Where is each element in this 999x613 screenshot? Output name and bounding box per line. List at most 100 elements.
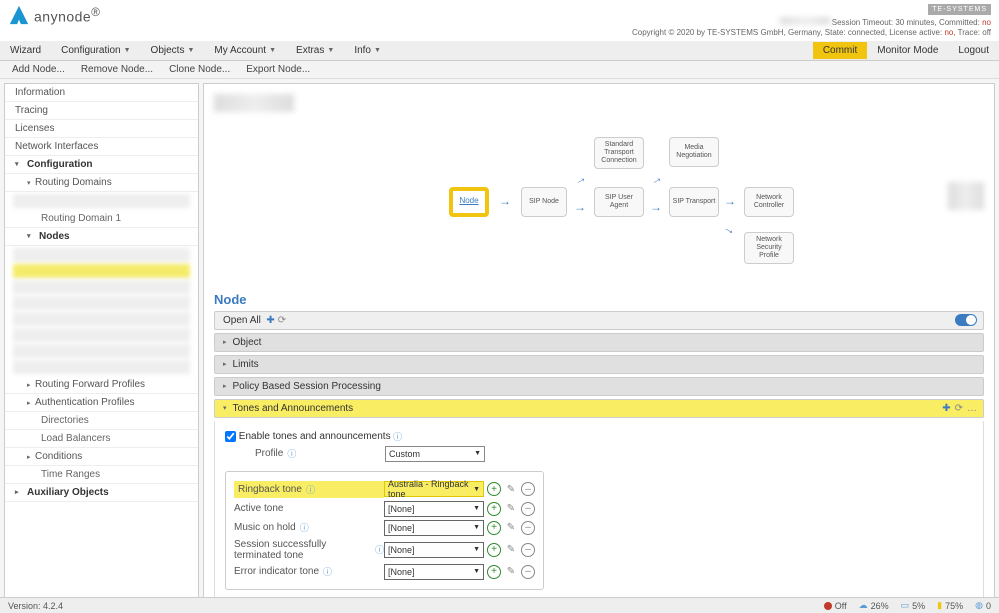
- delete-icon[interactable]: –: [521, 502, 535, 516]
- ringback-tone-label: Ringback tone ⓘ: [234, 481, 384, 498]
- sidebar-auxiliary-objects[interactable]: ▸Auxiliary Objects: [5, 484, 198, 502]
- diagram-sip-user-agent[interactable]: SIP User Agent: [594, 187, 644, 217]
- add-icon[interactable]: ✚: [266, 315, 274, 326]
- menu-objects[interactable]: Objects▼: [141, 42, 205, 59]
- diagram-sip-node[interactable]: SIP Node: [521, 187, 567, 217]
- battery-icon: ▮: [937, 600, 942, 611]
- sidebar-network-interfaces[interactable]: Network Interfaces: [5, 138, 198, 156]
- commit-button[interactable]: Commit: [813, 42, 867, 59]
- more-icon[interactable]: …: [967, 403, 977, 414]
- diagram-standard-transport[interactable]: Standard Transport Connection: [594, 137, 644, 169]
- error-indicator-tone-select[interactable]: [None]▼: [384, 564, 484, 580]
- menu-wizard[interactable]: Wizard: [0, 42, 51, 59]
- chevron-down-icon: ▼: [474, 450, 481, 457]
- diagram-node[interactable]: Node: [449, 187, 489, 217]
- clone-node-button[interactable]: Clone Node...: [161, 62, 238, 77]
- chevron-down-icon: ▼: [269, 47, 276, 54]
- brand-text: anynode: [34, 8, 91, 24]
- diagram-network-security-profile[interactable]: Network Security Profile: [744, 232, 794, 264]
- delete-icon[interactable]: –: [521, 565, 535, 579]
- active-tone-label: Active tone: [234, 503, 384, 514]
- diagram-network-controller[interactable]: Network Controller: [744, 187, 794, 217]
- footer: Version: 4.2.4 Off ☁26% ▭5% ▮75% ◍0: [0, 597, 999, 613]
- sidebar: Information Tracing Licenses Network Int…: [4, 83, 199, 598]
- music-on-hold-select[interactable]: [None]▼: [384, 520, 484, 536]
- header-status: TE-SYSTEMS Session Timeout: 30 minutes, …: [632, 4, 991, 39]
- blurred-item: [13, 280, 190, 294]
- arrow-icon: →: [724, 194, 736, 208]
- help-icon[interactable]: ⓘ: [323, 565, 332, 578]
- toggle-switch[interactable]: [955, 314, 977, 326]
- sidebar-conditions[interactable]: ▸Conditions: [5, 448, 198, 466]
- ringback-tone-select[interactable]: Australia - Ringback tone▼: [384, 481, 484, 497]
- edit-icon[interactable]: ✎: [504, 502, 518, 516]
- sidebar-tracing[interactable]: Tracing: [5, 102, 198, 120]
- sidebar-load-balancers[interactable]: Load Balancers: [5, 430, 198, 448]
- help-icon[interactable]: ⓘ: [300, 521, 309, 534]
- blurred-item: [13, 312, 190, 326]
- edit-icon[interactable]: ✎: [504, 482, 518, 496]
- export-node-button[interactable]: Export Node...: [238, 62, 318, 77]
- sidebar-routing-forward-profiles[interactable]: ▸Routing Forward Profiles: [5, 376, 198, 394]
- sidebar-directories[interactable]: Directories: [5, 412, 198, 430]
- chevron-down-icon: ▼: [473, 568, 480, 575]
- delete-icon[interactable]: –: [521, 521, 535, 535]
- refresh-icon[interactable]: ⟳: [955, 403, 963, 414]
- menu-info[interactable]: Info▼: [344, 42, 391, 59]
- help-icon[interactable]: ⓘ: [287, 447, 296, 460]
- add-icon[interactable]: +: [487, 482, 501, 496]
- add-icon[interactable]: ✚: [942, 403, 950, 414]
- edit-icon[interactable]: ✎: [504, 565, 518, 579]
- chevron-right-icon: ▸: [27, 399, 35, 407]
- open-all-bar: Open All ✚ ⟳: [214, 311, 984, 330]
- edit-icon[interactable]: ✎: [504, 543, 518, 557]
- refresh-icon[interactable]: ⟳: [278, 315, 286, 326]
- sidebar-routing-domains[interactable]: ▾Routing Domains: [5, 174, 198, 192]
- profile-select[interactable]: Custom▼: [385, 446, 485, 462]
- blurred-title: [214, 94, 294, 112]
- open-all-link[interactable]: Open All: [223, 315, 261, 326]
- diagram-sip-transport[interactable]: SIP Transport: [669, 187, 719, 217]
- chevron-down-icon: ▼: [124, 47, 131, 54]
- add-icon[interactable]: +: [487, 543, 501, 557]
- chevron-down-icon: ▾: [27, 179, 35, 187]
- tone-grid: Ringback tone ⓘ Australia - Ringback ton…: [225, 471, 544, 590]
- sidebar-authentication-profiles[interactable]: ▸Authentication Profiles: [5, 394, 198, 412]
- help-icon[interactable]: ⓘ: [375, 543, 384, 556]
- blurred-item: [13, 296, 190, 310]
- arrow-icon: →: [571, 170, 588, 188]
- sidebar-information[interactable]: Information: [5, 84, 198, 102]
- brand-logo-icon: [8, 4, 30, 26]
- sidebar-licenses[interactable]: Licenses: [5, 120, 198, 138]
- menu-configuration[interactable]: Configuration▼: [51, 42, 140, 59]
- diagram-media-negotiation[interactable]: Media Negotiation: [669, 137, 719, 167]
- panel-policy[interactable]: ▸Policy Based Session Processing: [214, 377, 984, 396]
- chevron-right-icon: ▸: [27, 381, 35, 389]
- sidebar-configuration[interactable]: ▾Configuration: [5, 156, 198, 174]
- add-icon[interactable]: +: [487, 502, 501, 516]
- add-icon[interactable]: +: [487, 565, 501, 579]
- active-tone-select[interactable]: [None]▼: [384, 501, 484, 517]
- status-disk: ▭5%: [901, 600, 926, 611]
- menu-monitor-mode[interactable]: Monitor Mode: [867, 42, 948, 59]
- remove-node-button[interactable]: Remove Node...: [73, 62, 161, 77]
- panel-object[interactable]: ▸Object: [214, 333, 984, 352]
- arrow-icon: →: [650, 200, 662, 214]
- delete-icon[interactable]: –: [521, 482, 535, 496]
- add-node-button[interactable]: Add Node...: [4, 62, 73, 77]
- sidebar-time-ranges[interactable]: Time Ranges: [5, 466, 198, 484]
- panel-tones[interactable]: ▾Tones and Announcements ✚ ⟳ …: [214, 399, 984, 418]
- menu-my-account[interactable]: My Account▼: [204, 42, 286, 59]
- panel-limits[interactable]: ▸Limits: [214, 355, 984, 374]
- sidebar-nodes[interactable]: ▾Nodes: [5, 228, 198, 246]
- edit-icon[interactable]: ✎: [504, 521, 518, 535]
- delete-icon[interactable]: –: [521, 543, 535, 557]
- add-icon[interactable]: +: [487, 521, 501, 535]
- enable-tones-checkbox[interactable]: [225, 431, 236, 442]
- session-terminated-tone-select[interactable]: [None]▼: [384, 542, 484, 558]
- menu-extras[interactable]: Extras▼: [286, 42, 344, 59]
- menu-logout[interactable]: Logout: [948, 42, 999, 59]
- help-icon[interactable]: ⓘ: [306, 483, 315, 496]
- help-icon[interactable]: ⓘ: [391, 430, 403, 443]
- sidebar-routing-domain-1[interactable]: Routing Domain 1: [5, 210, 198, 228]
